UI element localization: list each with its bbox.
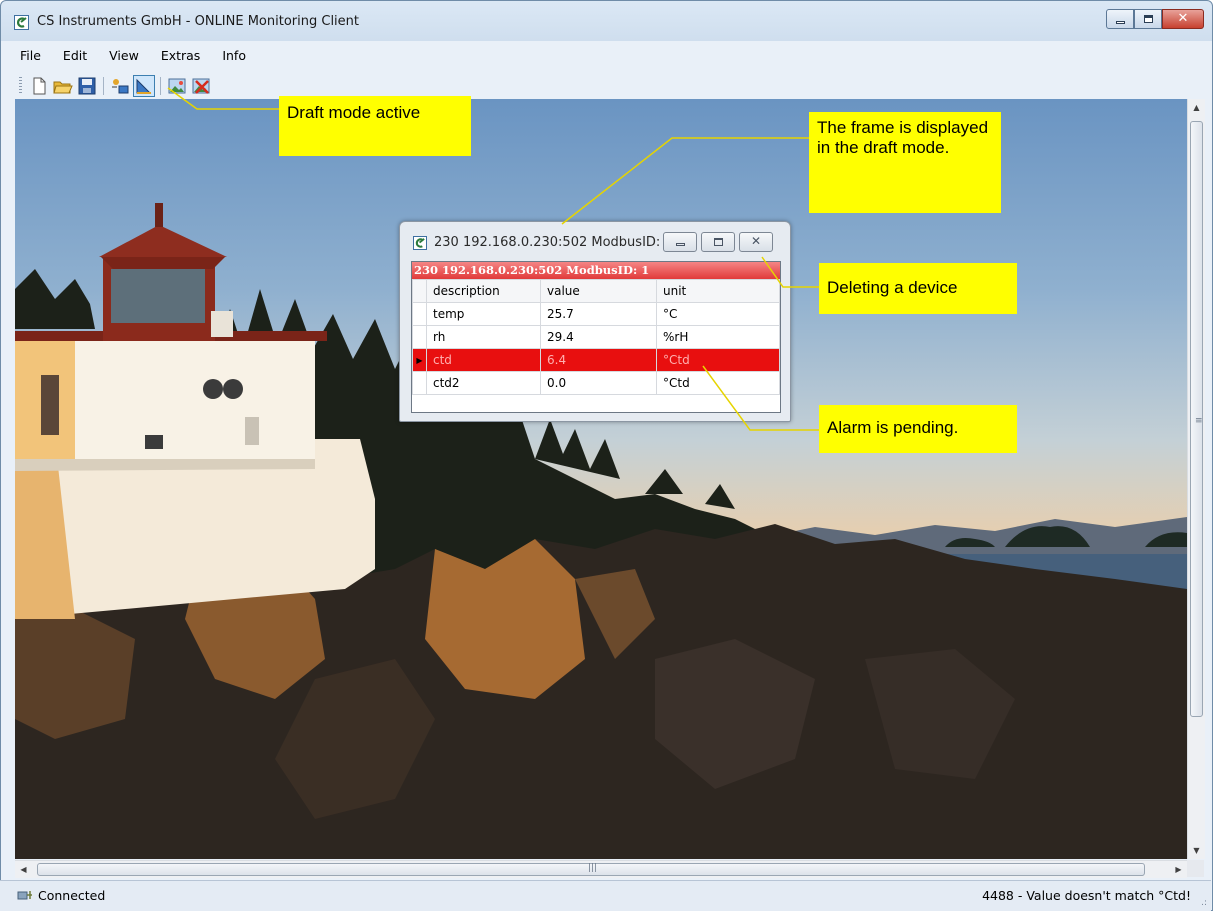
- vertical-scroll-thumb[interactable]: ≡: [1190, 121, 1203, 717]
- menu-info[interactable]: Info: [212, 45, 258, 67]
- device-values-grid: 230 192.168.0.230:502 ModbusID: 1 descri…: [411, 261, 781, 413]
- grid-caption: 230 192.168.0.230:502 ModbusID: 1: [412, 262, 780, 279]
- menu-extras[interactable]: Extras: [151, 45, 213, 67]
- column-header-unit[interactable]: unit: [656, 279, 780, 303]
- scroll-grip-icon: |||: [588, 863, 598, 873]
- callout-delete-device: Deleting a device: [819, 263, 1017, 314]
- device-close-button[interactable]: ✕: [739, 232, 773, 252]
- minimize-button[interactable]: [1106, 9, 1134, 29]
- menu-bar: File Edit View Extras Info: [10, 45, 258, 67]
- remove-background-icon[interactable]: [190, 75, 212, 97]
- close-button[interactable]: ✕: [1162, 9, 1204, 29]
- scroll-corner: [1187, 860, 1204, 877]
- toolbar-separator: [103, 77, 104, 95]
- cell-unit: %rH: [656, 325, 780, 349]
- app-logo-icon: [413, 236, 427, 250]
- device-window-title: 230 192.168.0.230:502 ModbusID: 1: [434, 235, 673, 250]
- column-header-value[interactable]: value: [540, 279, 657, 303]
- alarm-message: 4488 - Value doesn't match °Ctd!: [982, 888, 1191, 903]
- draft-mode-icon[interactable]: [133, 75, 155, 97]
- callout-alarm-pending: Alarm is pending.: [819, 405, 1017, 453]
- callout-frame-draft: The frame is displayed in the draft mode…: [809, 112, 1001, 213]
- close-icon: ✕: [750, 234, 762, 248]
- table-row-alarm[interactable]: ▶ ctd 6.4 °Ctd: [412, 348, 780, 372]
- cell-description: temp: [426, 302, 541, 326]
- callout-draft-mode: Draft mode active: [279, 96, 471, 156]
- connection-status: Connected: [38, 888, 106, 903]
- cell-value: 25.7: [540, 302, 657, 326]
- status-bar: Connected 4488 - Value doesn't match °Ct…: [0, 880, 1211, 911]
- close-icon: ✕: [1177, 11, 1189, 26]
- maximize-icon: [714, 238, 723, 246]
- row-selector-header: [412, 279, 427, 303]
- scroll-right-icon[interactable]: ▶: [1170, 861, 1187, 878]
- values-table: description value unit temp 25.7 °C rh 2…: [412, 279, 780, 395]
- workspace-background[interactable]: [15, 99, 1187, 859]
- table-row[interactable]: rh 29.4 %rH: [412, 325, 780, 349]
- column-header-description[interactable]: description: [426, 279, 541, 303]
- add-device-icon[interactable]: [109, 75, 131, 97]
- title-bar[interactable]: CS Instruments GmbH - ONLINE Monitoring …: [1, 1, 1212, 41]
- cell-description: ctd2: [426, 371, 541, 395]
- background-image-icon[interactable]: [166, 75, 188, 97]
- device-maximize-button[interactable]: [701, 232, 735, 252]
- scroll-left-icon[interactable]: ◀: [15, 861, 32, 878]
- horizontal-scroll-thumb[interactable]: |||: [37, 863, 1145, 876]
- toolbar-separator: [160, 77, 161, 95]
- table-row[interactable]: ctd2 0.0 °Ctd: [412, 371, 780, 395]
- table-header-row: description value unit: [412, 279, 780, 303]
- scroll-down-icon[interactable]: ▼: [1188, 842, 1205, 859]
- horizontal-scrollbar[interactable]: ◀ ||| ▶: [15, 860, 1187, 878]
- maximize-button[interactable]: [1134, 9, 1162, 29]
- menu-view[interactable]: View: [99, 45, 151, 67]
- window-title: CS Instruments GmbH - ONLINE Monitoring …: [37, 14, 360, 29]
- minimize-icon: [1116, 21, 1125, 24]
- lighthouse-photo: [15, 203, 1187, 859]
- scroll-grip-icon: ≡: [1195, 416, 1203, 426]
- menu-edit[interactable]: Edit: [53, 45, 99, 67]
- current-row-arrow-icon[interactable]: ▶: [412, 348, 427, 372]
- app-logo-icon: [14, 15, 29, 30]
- row-selector[interactable]: [412, 325, 427, 349]
- row-selector[interactable]: [412, 371, 427, 395]
- device-window[interactable]: 230 192.168.0.230:502 ModbusID: 1 ✕ 230 …: [399, 221, 791, 422]
- save-icon[interactable]: [76, 75, 98, 97]
- minimize-icon: [676, 243, 685, 246]
- cell-description: rh: [426, 325, 541, 349]
- cell-unit: °Ctd: [656, 348, 780, 372]
- cell-value: 29.4: [540, 325, 657, 349]
- table-row[interactable]: temp 25.7 °C: [412, 302, 780, 326]
- cell-value: 6.4: [540, 348, 657, 372]
- cell-description: ctd: [426, 348, 541, 372]
- toolbar: [19, 73, 214, 99]
- resize-grip-icon[interactable]: .:: [1201, 898, 1207, 908]
- device-minimize-button[interactable]: [663, 232, 697, 252]
- menu-file[interactable]: File: [10, 45, 53, 67]
- cell-unit: °Ctd: [656, 371, 780, 395]
- new-file-icon[interactable]: [28, 75, 50, 97]
- vertical-scrollbar[interactable]: ▲ ≡ ▼: [1187, 99, 1205, 859]
- row-selector[interactable]: [412, 302, 427, 326]
- connection-icon: [17, 888, 33, 902]
- open-folder-icon[interactable]: [52, 75, 74, 97]
- maximize-icon: [1144, 15, 1153, 23]
- toolbar-grip[interactable]: [19, 77, 22, 95]
- cell-value: 0.0: [540, 371, 657, 395]
- scroll-up-icon[interactable]: ▲: [1188, 99, 1205, 116]
- cell-unit: °C: [656, 302, 780, 326]
